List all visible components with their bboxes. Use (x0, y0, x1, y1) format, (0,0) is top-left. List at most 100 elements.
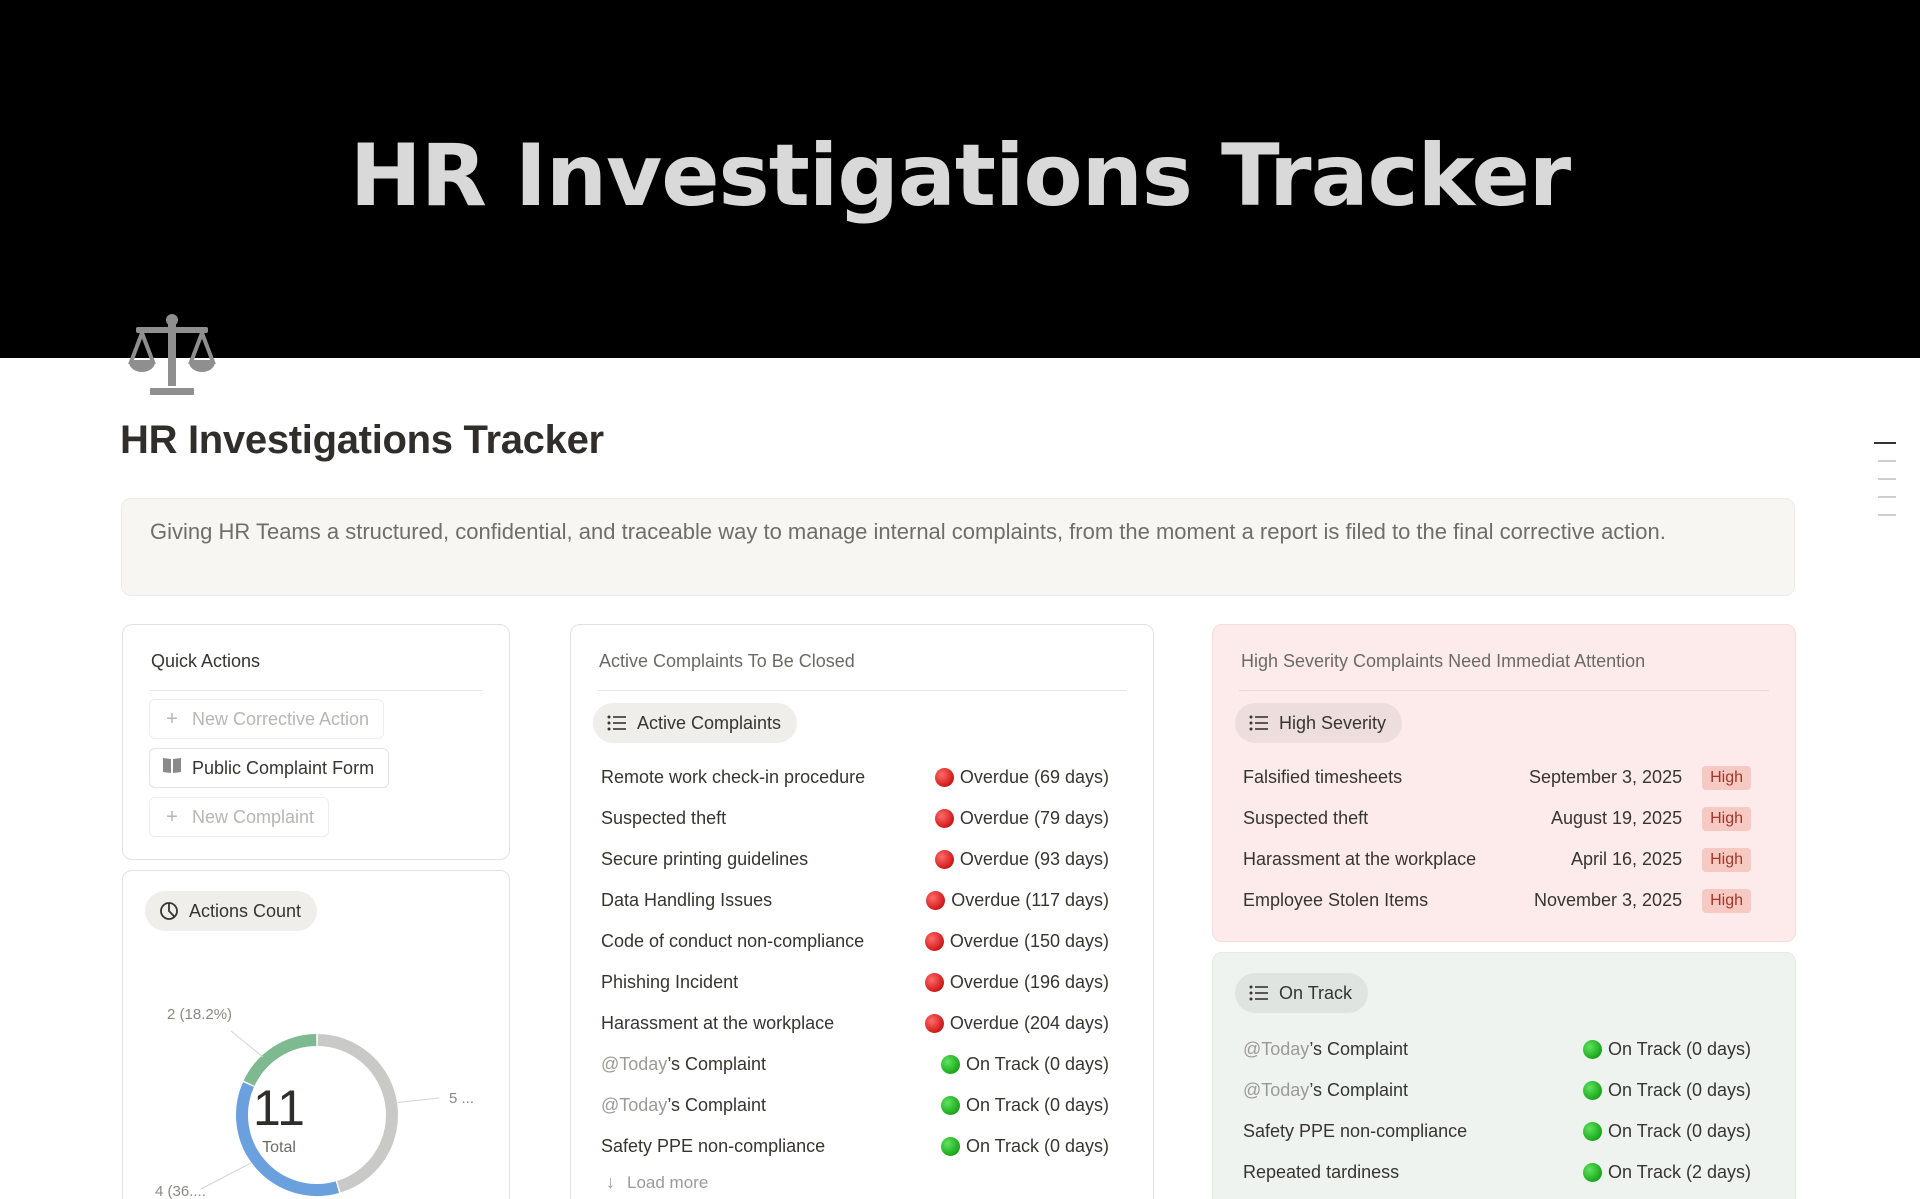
row-title-text: Suspected theft (1243, 808, 1369, 828)
row-title-text: ’s Complaint (1309, 1080, 1409, 1100)
cover-banner: HR Investigations Tracker (0, 0, 1920, 358)
status-indicator: On Track (0 days) (1582, 1039, 1751, 1060)
red-circle-icon (926, 891, 946, 910)
table-row[interactable]: Employee Stolen Items November 3, 2025 Hig… (1243, 880, 1751, 921)
new-complaint-button[interactable]: + New Complaint (149, 797, 330, 837)
table-row[interactable]: Harassment at the workplace Overdue (204 … (601, 1003, 1109, 1044)
table-row[interactable]: @Today’s Complaint On Track (0 days) (1243, 1029, 1751, 1070)
table-row[interactable]: @Today’s Complaint On Track (0 days) (601, 1044, 1109, 1085)
complaint-date: August 19, 2025 (1550, 808, 1683, 828)
table-row[interactable]: Safety PPE non-compliance On Track (0 day… (601, 1126, 1109, 1167)
severity-badge: High (1702, 806, 1751, 831)
row-title[interactable]: Suspected theft (601, 808, 726, 829)
status-text: On Track (0 days) (965, 1095, 1109, 1115)
active-complaints-view-tab[interactable]: Active Complaints (593, 703, 798, 743)
new-corrective-action-button[interactable]: + New Corrective Action (149, 699, 385, 739)
status-text: On Track (2 days) (1607, 1162, 1751, 1182)
row-title-text: ’s Complaint (667, 1054, 767, 1074)
date-mention[interactable]: @Today (1243, 1080, 1309, 1100)
divider (597, 690, 1127, 691)
status-indicator: On Track (0 days) (940, 1095, 1109, 1116)
donut-total-value: 11 (253, 1080, 305, 1136)
row-title[interactable]: Phishing Incident (601, 972, 738, 993)
public-complaint-form-button[interactable]: Public Complaint Form (149, 748, 390, 788)
row-title[interactable]: Harassment at the workplace (1243, 849, 1476, 870)
date-mention[interactable]: @Today (601, 1095, 667, 1115)
row-title[interactable]: Data Handling Issues (601, 890, 772, 911)
row-title[interactable]: Code of conduct non-compliance (601, 931, 864, 952)
status-indicator: Overdue (196 days) (924, 972, 1109, 993)
row-title-text: Safety PPE non-compliance (1243, 1121, 1468, 1141)
row-title[interactable]: Harassment at the workplace (601, 1013, 834, 1034)
status-indicator: Overdue (150 days) (924, 931, 1109, 952)
row-title[interactable]: Safety PPE non-compliance (1243, 1121, 1467, 1142)
table-row[interactable]: Data Handling Issues Overdue (117 days) (601, 880, 1109, 921)
row-title[interactable]: @Today’s Complaint (601, 1054, 766, 1075)
status-indicator: On Track (0 days) (940, 1136, 1109, 1157)
table-row[interactable]: Code of conduct non-compliance Overdue (1… (601, 921, 1109, 962)
table-row[interactable]: Phishing Incident Overdue (196 days) (601, 962, 1109, 1003)
toc-line[interactable] (1878, 460, 1896, 462)
row-title-text: Remote work check-in procedure (601, 767, 866, 787)
load-more-label: Load more (627, 1172, 709, 1192)
table-row[interactable]: Repeated tardiness On Track (2 days) (1243, 1152, 1751, 1193)
row-title[interactable]: @Today’s Complaint (1243, 1080, 1408, 1101)
red-circle-icon (934, 850, 954, 869)
plus-icon: + (166, 707, 178, 730)
table-row[interactable]: Falsified timesheets September 3, 2025 Hig… (1243, 757, 1751, 798)
row-meta: September 3, 2025 High (1528, 765, 1751, 790)
open-book-icon (162, 756, 182, 780)
description-text: Giving HR Teams a structured, confidenti… (150, 519, 1666, 544)
row-title-text: Falsified timesheets (1243, 767, 1403, 787)
table-row[interactable]: Harassment at the workplace April 16, 202… (1243, 839, 1751, 880)
row-title[interactable]: Repeated tardiness (1243, 1162, 1399, 1183)
status-indicator: On Track (0 days) (1582, 1121, 1751, 1142)
date-mention[interactable]: @Today (1243, 1039, 1309, 1059)
load-more-button[interactable]: ↓ Load more (606, 1172, 708, 1193)
view-label: Active Complaints (637, 712, 782, 733)
green-circle-icon (940, 1055, 960, 1074)
toc-line[interactable] (1878, 496, 1896, 498)
scales-of-justice-icon[interactable] (128, 314, 216, 396)
row-title[interactable]: Remote work check-in procedure (601, 767, 865, 788)
row-title[interactable]: Employee Stolen Items (1243, 890, 1428, 911)
date-mention[interactable]: @Today (601, 1054, 667, 1074)
high-severity-view-tab[interactable]: High Severity (1235, 703, 1403, 743)
toc-line[interactable] (1878, 478, 1896, 480)
green-circle-icon (940, 1137, 960, 1156)
divider (1239, 690, 1769, 691)
button-label: New Corrective Action (192, 708, 370, 729)
row-title[interactable]: Suspected theft (1243, 808, 1368, 829)
table-row[interactable]: @Today’s Complaint On Track (0 days) (1243, 1070, 1751, 1111)
status-text: Overdue (69 days) (959, 767, 1109, 787)
toc-line[interactable] (1878, 514, 1896, 516)
row-title[interactable]: @Today’s Complaint (601, 1095, 766, 1116)
row-title[interactable]: Secure printing guidelines (601, 849, 808, 870)
status-indicator: Overdue (204 days) (924, 1013, 1109, 1034)
red-circle-icon (934, 809, 954, 828)
status-text: Overdue (79 days) (959, 808, 1109, 828)
on-track-card: On Track @Today’s Complaint On Track (0 d… (1212, 952, 1796, 1199)
green-circle-icon (1582, 1081, 1602, 1100)
toc-line[interactable] (1874, 442, 1896, 444)
donut-label-green: 2 (18.2%) (167, 1006, 233, 1023)
row-title-text: Harassment at the workplace (1243, 849, 1477, 869)
donut-segment[interactable] (243, 1034, 317, 1086)
donut-segment[interactable] (317, 1034, 398, 1193)
quick-actions-heading: Quick Actions (151, 651, 261, 671)
table-row[interactable]: Secure printing guidelines Overdue (93 da… (601, 839, 1109, 880)
complaint-date: September 3, 2025 (1528, 767, 1683, 787)
row-title[interactable]: Falsified timesheets (1243, 767, 1402, 788)
table-row[interactable]: Safety PPE non-compliance On Track (0 day… (1243, 1111, 1751, 1152)
table-row[interactable]: @Today’s Complaint On Track (0 days) (601, 1085, 1109, 1126)
table-row[interactable]: Suspected theft Overdue (79 days) (601, 798, 1109, 839)
row-title[interactable]: @Today’s Complaint (1243, 1039, 1408, 1060)
table-row[interactable]: Suspected theft August 19, 2025 High (1243, 798, 1751, 839)
row-title[interactable]: Safety PPE non-compliance (601, 1136, 825, 1157)
on-track-view-tab[interactable]: On Track (1235, 973, 1369, 1013)
table-of-contents[interactable] (1874, 442, 1896, 532)
table-row[interactable]: Remote work check-in procedure Overdue (6… (601, 757, 1109, 798)
red-circle-icon (924, 932, 944, 951)
label-leader-line (200, 1162, 252, 1190)
status-indicator: On Track (0 days) (1582, 1080, 1751, 1101)
